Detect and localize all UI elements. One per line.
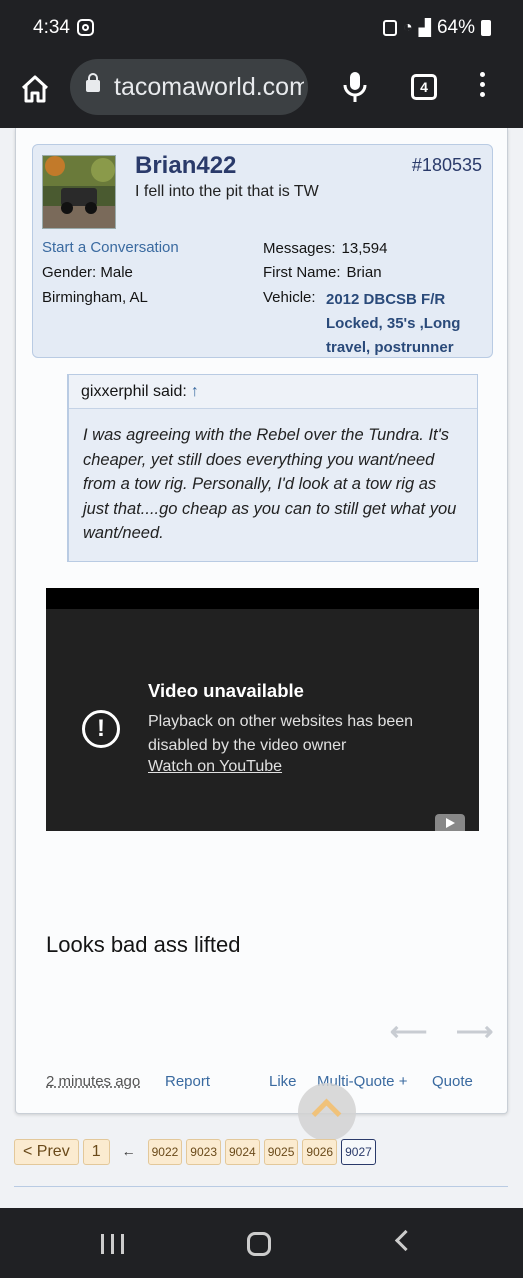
like-link[interactable]: Like <box>269 1073 297 1090</box>
page-content: Brian422 #180535 I fell into the pit tha… <box>0 128 523 1208</box>
page-button[interactable]: 9026 <box>302 1139 338 1165</box>
first-name-row: First Name: Brian <box>263 264 382 281</box>
messages-label: Messages: <box>263 240 336 257</box>
exclamation-icon: ! <box>82 710 120 748</box>
video-embed[interactable]: ! Video unavailable Playback on other we… <box>46 588 479 831</box>
video-top-bar <box>46 588 479 609</box>
scroll-to-top-button[interactable] <box>298 1083 356 1141</box>
post-message: Looks bad ass lifted <box>46 932 241 957</box>
signal-icon: ▟ <box>418 20 431 37</box>
instagram-notification-icon <box>77 19 94 36</box>
messages-row: Messages: 13,594 <box>263 240 387 257</box>
divider <box>14 1186 508 1187</box>
home-icon[interactable] <box>19 73 51 105</box>
vehicle-label: Vehicle: <box>263 289 316 306</box>
report-link[interactable]: Report <box>165 1073 210 1090</box>
page-skip-arrow[interactable]: ← <box>114 1139 144 1165</box>
battery-icon <box>481 20 491 36</box>
youtube-logo-icon[interactable] <box>435 814 465 831</box>
prev-page-button[interactable]: < Prev <box>14 1139 79 1165</box>
page-1-button[interactable]: 1 <box>82 1139 110 1165</box>
gender-label: Gender: <box>42 264 97 281</box>
video-title: Video unavailable <box>148 680 304 701</box>
start-conversation-link[interactable]: Start a Conversation <box>42 239 179 256</box>
back-icon[interactable] <box>394 1229 417 1252</box>
gender-row: Gender: Male <box>42 264 133 281</box>
quote-link[interactable]: Quote <box>432 1073 473 1090</box>
location: Birmingham, AL <box>42 289 148 306</box>
page-button[interactable]: 9024 <box>225 1139 260 1165</box>
home-button-icon[interactable] <box>247 1232 271 1256</box>
quote-block: gixxerphil said: ↑ I was agreeing with th… <box>67 374 478 562</box>
username[interactable]: Brian422 <box>135 152 236 180</box>
vehicle-value: 2012 DBCSB F/R Locked, 35's ,Long travel… <box>326 291 461 356</box>
forum-post: Brian422 #180535 I fell into the pit tha… <box>15 128 508 1114</box>
messages-value: 13,594 <box>341 240 388 257</box>
quote-jump-link[interactable]: ↑ <box>191 383 199 400</box>
lock-icon <box>86 73 100 92</box>
microphone-icon[interactable] <box>342 70 368 104</box>
watch-on-youtube-link[interactable]: Watch on YouTube <box>148 758 282 776</box>
page-button[interactable]: 9025 <box>263 1139 299 1165</box>
user-info-block: Brian422 #180535 I fell into the pit tha… <box>32 144 493 358</box>
page-button[interactable]: 9022 <box>147 1139 183 1165</box>
page-button[interactable]: 9023 <box>186 1139 221 1165</box>
post-number[interactable]: #180535 <box>412 155 482 176</box>
first-name-value: Brian <box>346 264 382 281</box>
recycle-notification-icon <box>382 20 397 36</box>
more-options-icon[interactable] <box>474 72 490 102</box>
status-bar: 4:34 ◔ ▟ 64% <box>0 0 523 56</box>
video-description: Playback on other websites has been disa… <box>148 713 414 754</box>
arrow-left-icon[interactable]: ⟵ <box>390 1016 427 1047</box>
quote-header: gixxerphil said: ↑ <box>69 375 477 409</box>
pagination: < Prev 1 ← 9022 9023 9024 9025 9026 9027 <box>14 1137 376 1167</box>
browser-toolbar: tacomaworld.com 4 <box>0 56 523 128</box>
user-title: I fell into the pit that is TW <box>135 183 319 200</box>
gender-value: Male <box>100 264 133 281</box>
system-nav-bar <box>0 1208 523 1278</box>
quote-author: gixxerphil said: <box>81 383 187 400</box>
tab-switcher-button[interactable]: 4 <box>411 74 437 100</box>
recent-apps-icon[interactable] <box>101 1234 125 1254</box>
url-text: tacomaworld.com <box>114 73 304 101</box>
address-bar[interactable]: tacomaworld.com <box>70 59 308 115</box>
status-icons: ◔ ▟ 64% <box>382 17 491 39</box>
post-timestamp[interactable]: 2 minutes ago <box>46 1073 140 1090</box>
arrow-right-icon[interactable]: ⟶ <box>456 1016 493 1047</box>
avatar[interactable] <box>42 155 116 229</box>
clock: 4:34 <box>33 17 70 38</box>
first-name-label: First Name: <box>263 264 341 281</box>
quote-text: I was agreeing with the Rebel over the T… <box>83 426 457 542</box>
wifi-icon: ◔ <box>402 19 413 36</box>
battery-percent: 64% <box>436 17 475 38</box>
current-page-button[interactable]: 9027 <box>341 1139 376 1165</box>
